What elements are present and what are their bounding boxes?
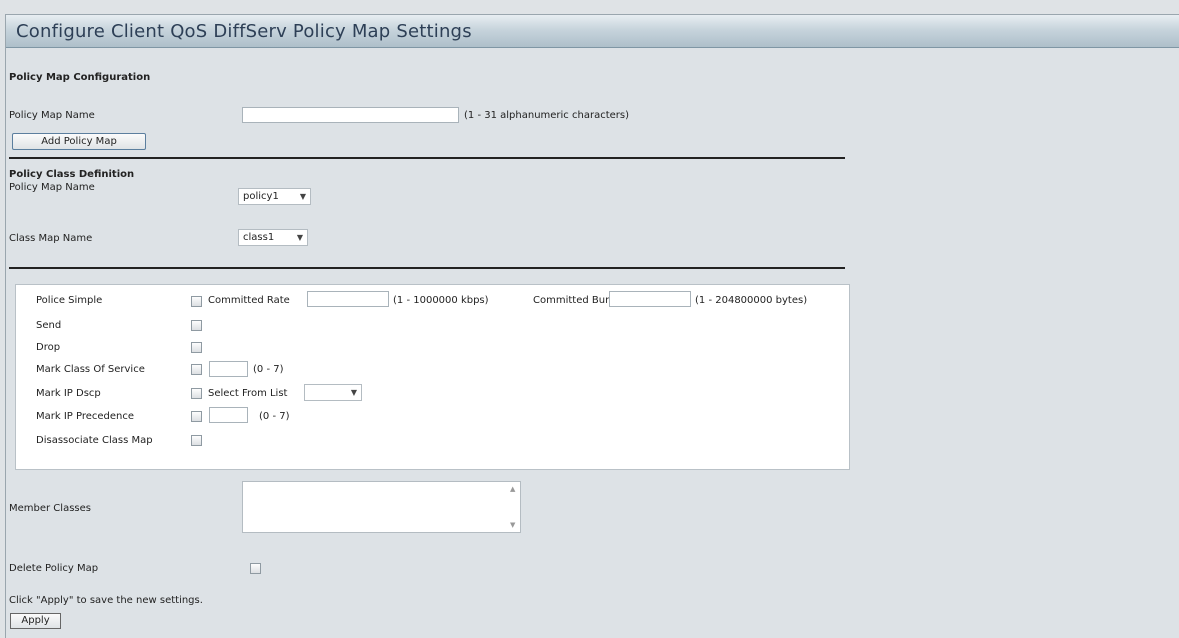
page-title: Configure Client QoS DiffServ Policy Map…	[16, 21, 472, 42]
committed-rate-input[interactable]	[307, 291, 389, 307]
committed-burst-hint: (1 - 204800000 bytes)	[695, 295, 808, 306]
mark-precedence-checkbox[interactable]	[191, 411, 202, 422]
mark-cos-checkbox[interactable]	[191, 364, 202, 375]
police-simple-checkbox[interactable]	[191, 296, 202, 307]
drop-checkbox[interactable]	[191, 342, 202, 353]
member-classes-label: Member Classes	[9, 503, 91, 514]
select-from-list-label: Select From List	[208, 388, 288, 399]
chevron-down-icon: ▼	[296, 233, 303, 242]
policy-map-select[interactable]: policy1 ▼	[238, 188, 311, 205]
main-frame: Configure Client QoS DiffServ Policy Map…	[5, 14, 1179, 638]
chevron-down-icon: ▼	[299, 192, 306, 201]
policy-map-name-hint: (1 - 31 alphanumeric characters)	[464, 110, 629, 121]
committed-rate-hint: (1 - 1000000 kbps)	[393, 295, 489, 306]
mark-dscp-checkbox[interactable]	[191, 388, 202, 399]
scroll-up-icon[interactable]: ▲	[510, 485, 515, 493]
class-actions-panel: Police Simple Committed Rate (1 - 100000…	[15, 284, 850, 470]
class-map-select-label: Class Map Name	[9, 233, 93, 244]
apply-button[interactable]: Apply	[10, 613, 61, 629]
policy-class-definition-heading: Policy Class Definition	[9, 169, 135, 180]
mark-dscp-select[interactable]: ▼	[304, 384, 362, 401]
policy-map-select-value: policy1	[243, 191, 279, 202]
class-map-select-value: class1	[243, 232, 275, 243]
policy-map-select-label: Policy Map Name	[9, 182, 95, 193]
disassociate-label: Disassociate Class Map	[36, 435, 153, 446]
title-bar: Configure Client QoS DiffServ Policy Map…	[6, 15, 1179, 48]
send-checkbox[interactable]	[191, 320, 202, 331]
policy-map-config-heading: Policy Map Configuration	[9, 72, 151, 83]
mark-dscp-label: Mark IP Dscp	[36, 388, 101, 399]
chevron-down-icon: ▼	[350, 388, 357, 397]
delete-policy-map-checkbox[interactable]	[250, 563, 261, 574]
section-divider	[9, 267, 845, 269]
mark-precedence-input[interactable]	[209, 407, 248, 423]
send-label: Send	[36, 320, 62, 331]
add-policy-map-button[interactable]: Add Policy Map	[12, 133, 146, 150]
mark-precedence-label: Mark IP Precedence	[36, 411, 135, 422]
disassociate-checkbox[interactable]	[191, 435, 202, 446]
mark-cos-hint: (0 - 7)	[253, 364, 284, 375]
class-map-select[interactable]: class1 ▼	[238, 229, 308, 246]
drop-label: Drop	[36, 342, 61, 353]
mark-cos-label: Mark Class Of Service	[36, 364, 145, 375]
mark-cos-input[interactable]	[209, 361, 248, 377]
committed-rate-label: Committed Rate	[208, 295, 290, 306]
policy-map-name-input[interactable]	[242, 107, 459, 123]
policy-map-name-label: Policy Map Name	[9, 110, 95, 121]
section-divider	[9, 157, 845, 159]
committed-burst-input[interactable]	[609, 291, 691, 307]
committed-burst-label: Committed Burst	[533, 295, 619, 306]
member-classes-list[interactable]: ▲ ▼	[242, 481, 521, 533]
delete-policy-map-label: Delete Policy Map	[9, 563, 99, 574]
scroll-down-icon[interactable]: ▼	[510, 521, 515, 529]
apply-note: Click "Apply" to save the new settings.	[9, 595, 203, 606]
police-simple-label: Police Simple	[36, 295, 103, 306]
member-classes-scrollbar[interactable]: ▲ ▼	[506, 482, 520, 532]
mark-precedence-hint: (0 - 7)	[259, 411, 290, 422]
